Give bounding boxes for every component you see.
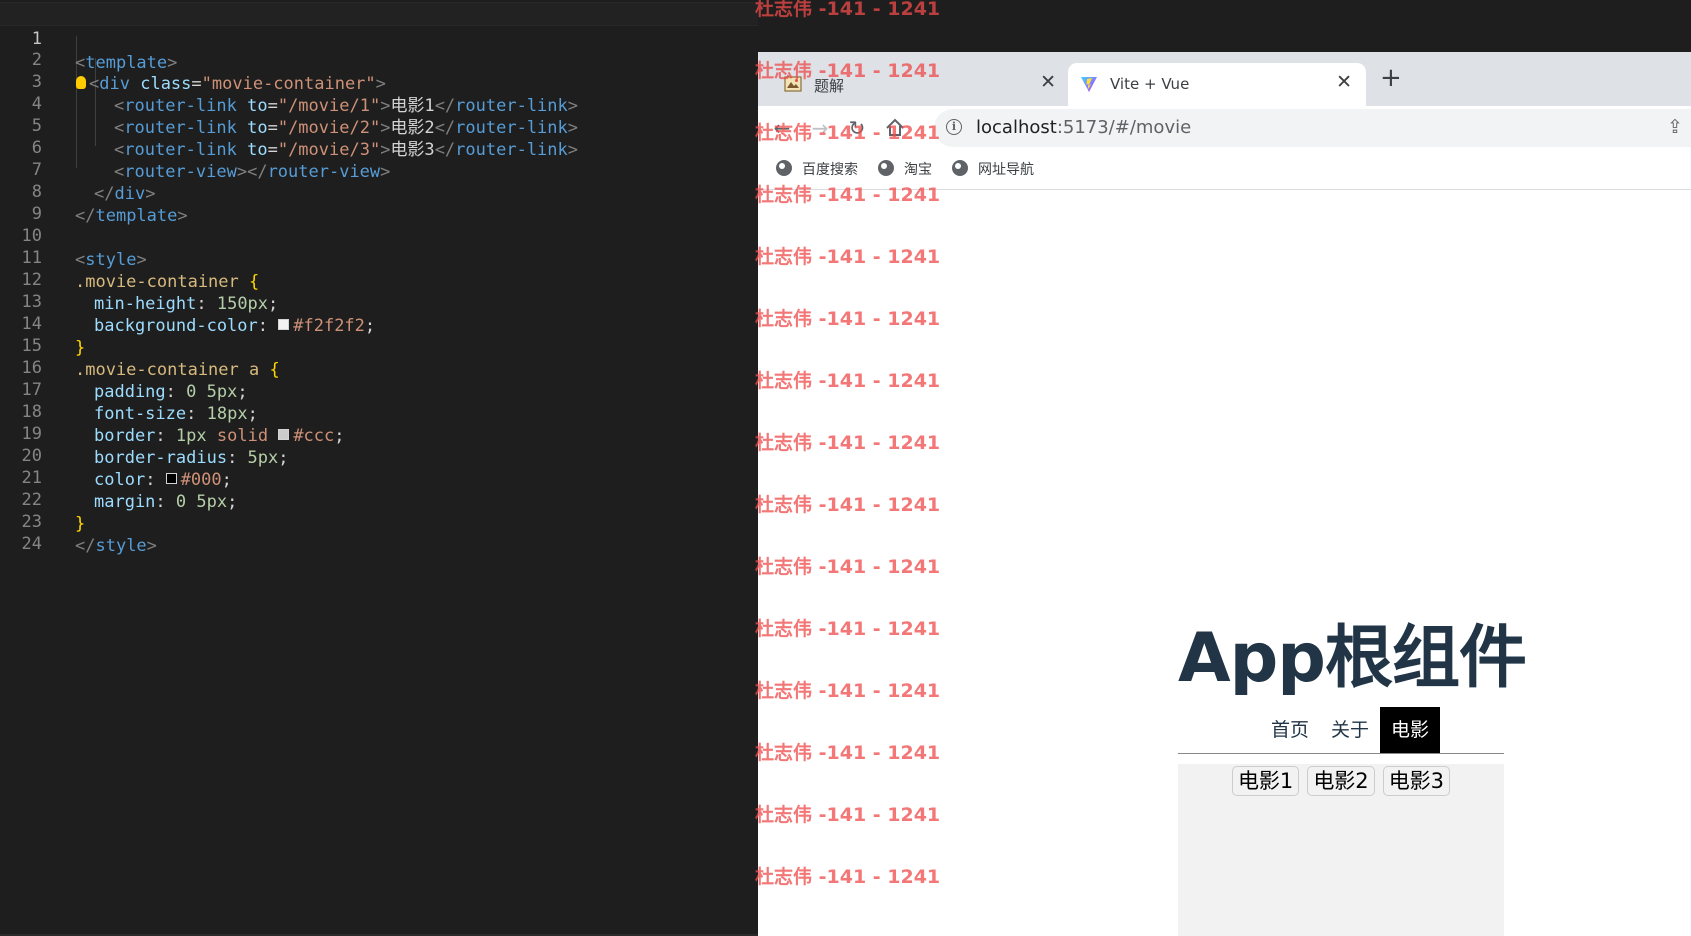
code-line[interactable]: 3 <router-link to="/movie/1">电影1</router… bbox=[0, 46, 758, 116]
page-content: App根组件 首页 关于 电影 电影1 电影2 电影3 bbox=[758, 190, 1691, 936]
router-nav: 首页 关于 电影 bbox=[1178, 707, 1504, 754]
tab-solution[interactable]: 题解 ✕ bbox=[772, 63, 1070, 106]
bookmark-navigation[interactable]: 网址导航 bbox=[952, 159, 1034, 181]
code-line[interactable]: 15 .movie-container a { bbox=[0, 310, 758, 380]
close-icon[interactable]: ✕ bbox=[1336, 71, 1352, 93]
new-tab-plus-icon[interactable]: + bbox=[1380, 65, 1402, 91]
movie-container: 电影1 电影2 电影3 bbox=[1178, 764, 1504, 936]
code-line[interactable]: 9 bbox=[0, 178, 758, 224]
bookmark-baidu[interactable]: 百度搜索 bbox=[776, 159, 858, 181]
code-line[interactable]: 17 font-size: 18px; bbox=[0, 354, 758, 424]
browser-toolbar: ← → ↻ i localhost:5173/#/movie ⇪ bbox=[758, 106, 1691, 150]
movie-link-3[interactable]: 电影3 bbox=[1382, 766, 1451, 796]
movie-link-1[interactable]: 电影1 bbox=[1231, 766, 1300, 796]
tab-bar: 题解 ✕ Vite + Vue ✕ + bbox=[758, 52, 1691, 106]
movie-link-2[interactable]: 电影2 bbox=[1307, 766, 1375, 796]
url-text[interactable]: localhost:5173/#/movie bbox=[976, 117, 1191, 138]
code-editor[interactable]: 1 <template> 2 <div class="movie-contain… bbox=[0, 0, 758, 936]
code-line[interactable]: 22 } bbox=[0, 464, 758, 534]
app-root: App根组件 首页 关于 电影 电影1 电影2 电影3 bbox=[1178, 190, 1527, 936]
home-icon[interactable] bbox=[881, 114, 909, 142]
code-line[interactable]: 14 } bbox=[0, 288, 758, 358]
vite-logo-icon bbox=[1081, 77, 1097, 92]
globe-icon bbox=[952, 160, 968, 176]
code-line[interactable]: 5 <router-link to="/movie/3">电影3</router… bbox=[0, 90, 758, 160]
globe-icon bbox=[878, 160, 894, 176]
code-line[interactable]: 4 <router-link to="/movie/2">电影2</router… bbox=[0, 68, 758, 138]
browser-window: 题解 ✕ Vite + Vue ✕ + ← → ↻ i localhost:51… bbox=[758, 52, 1691, 936]
address-bar[interactable]: i localhost:5173/#/movie ⇪ bbox=[934, 109, 1691, 147]
code-line[interactable]: 21 margin: 0 5px; bbox=[0, 442, 758, 512]
nav-link-home[interactable]: 首页 bbox=[1260, 707, 1320, 753]
editor-background bbox=[758, 0, 1691, 52]
code-line[interactable]: 2 <div class="movie-container"> bbox=[0, 24, 758, 94]
code-line[interactable]: 16 padding: 0 5px; bbox=[0, 332, 758, 402]
code-line[interactable]: 13 background-color: #f2f2f2; bbox=[0, 266, 758, 336]
code-line[interactable]: 1 <template> bbox=[0, 2, 758, 73]
tab-title: 题解 bbox=[814, 77, 845, 95]
bookmark-taobao[interactable]: 淘宝 bbox=[878, 159, 932, 181]
code-line[interactable]: 18 border: 1px solid #ccc; bbox=[0, 376, 758, 446]
close-icon[interactable]: ✕ bbox=[1040, 71, 1056, 93]
back-arrow-icon[interactable]: ← bbox=[768, 114, 796, 142]
code-line[interactable]: 20 color: #000; bbox=[0, 420, 758, 490]
info-icon[interactable]: i bbox=[946, 119, 962, 135]
painting-favicon-icon bbox=[784, 76, 802, 92]
code-line[interactable]: 6 <router-view></router-view> bbox=[0, 112, 758, 182]
tab-vite-vue[interactable]: Vite + Vue ✕ bbox=[1068, 63, 1366, 106]
code-line[interactable]: 23 </style> bbox=[0, 486, 758, 556]
code-line[interactable]: 7 </div> bbox=[0, 134, 758, 204]
bookmarks-bar: 百度搜索 淘宝 网址导航 bbox=[758, 150, 1691, 190]
globe-icon bbox=[776, 160, 792, 176]
code-line[interactable]: 19 border-radius: 5px; bbox=[0, 398, 758, 468]
share-icon[interactable]: ⇪ bbox=[1667, 116, 1683, 138]
reload-icon[interactable]: ↻ bbox=[843, 114, 871, 142]
page-title: App根组件 bbox=[1178, 619, 1527, 698]
code-line[interactable]: 11 .movie-container { bbox=[0, 222, 758, 292]
code-line[interactable]: 24 bbox=[0, 508, 758, 554]
tab-title: Vite + Vue bbox=[1110, 75, 1190, 93]
forward-arrow-icon[interactable]: → bbox=[806, 114, 834, 142]
code-line[interactable]: 10 <style> bbox=[0, 200, 758, 270]
code-line[interactable]: 8 </template> bbox=[0, 156, 758, 226]
nav-link-about[interactable]: 关于 bbox=[1320, 707, 1380, 753]
nav-link-movie[interactable]: 电影 bbox=[1379, 707, 1440, 753]
code-line[interactable]: 12 min-height: 150px; bbox=[0, 244, 758, 314]
line-number: 24 bbox=[21, 534, 42, 554]
